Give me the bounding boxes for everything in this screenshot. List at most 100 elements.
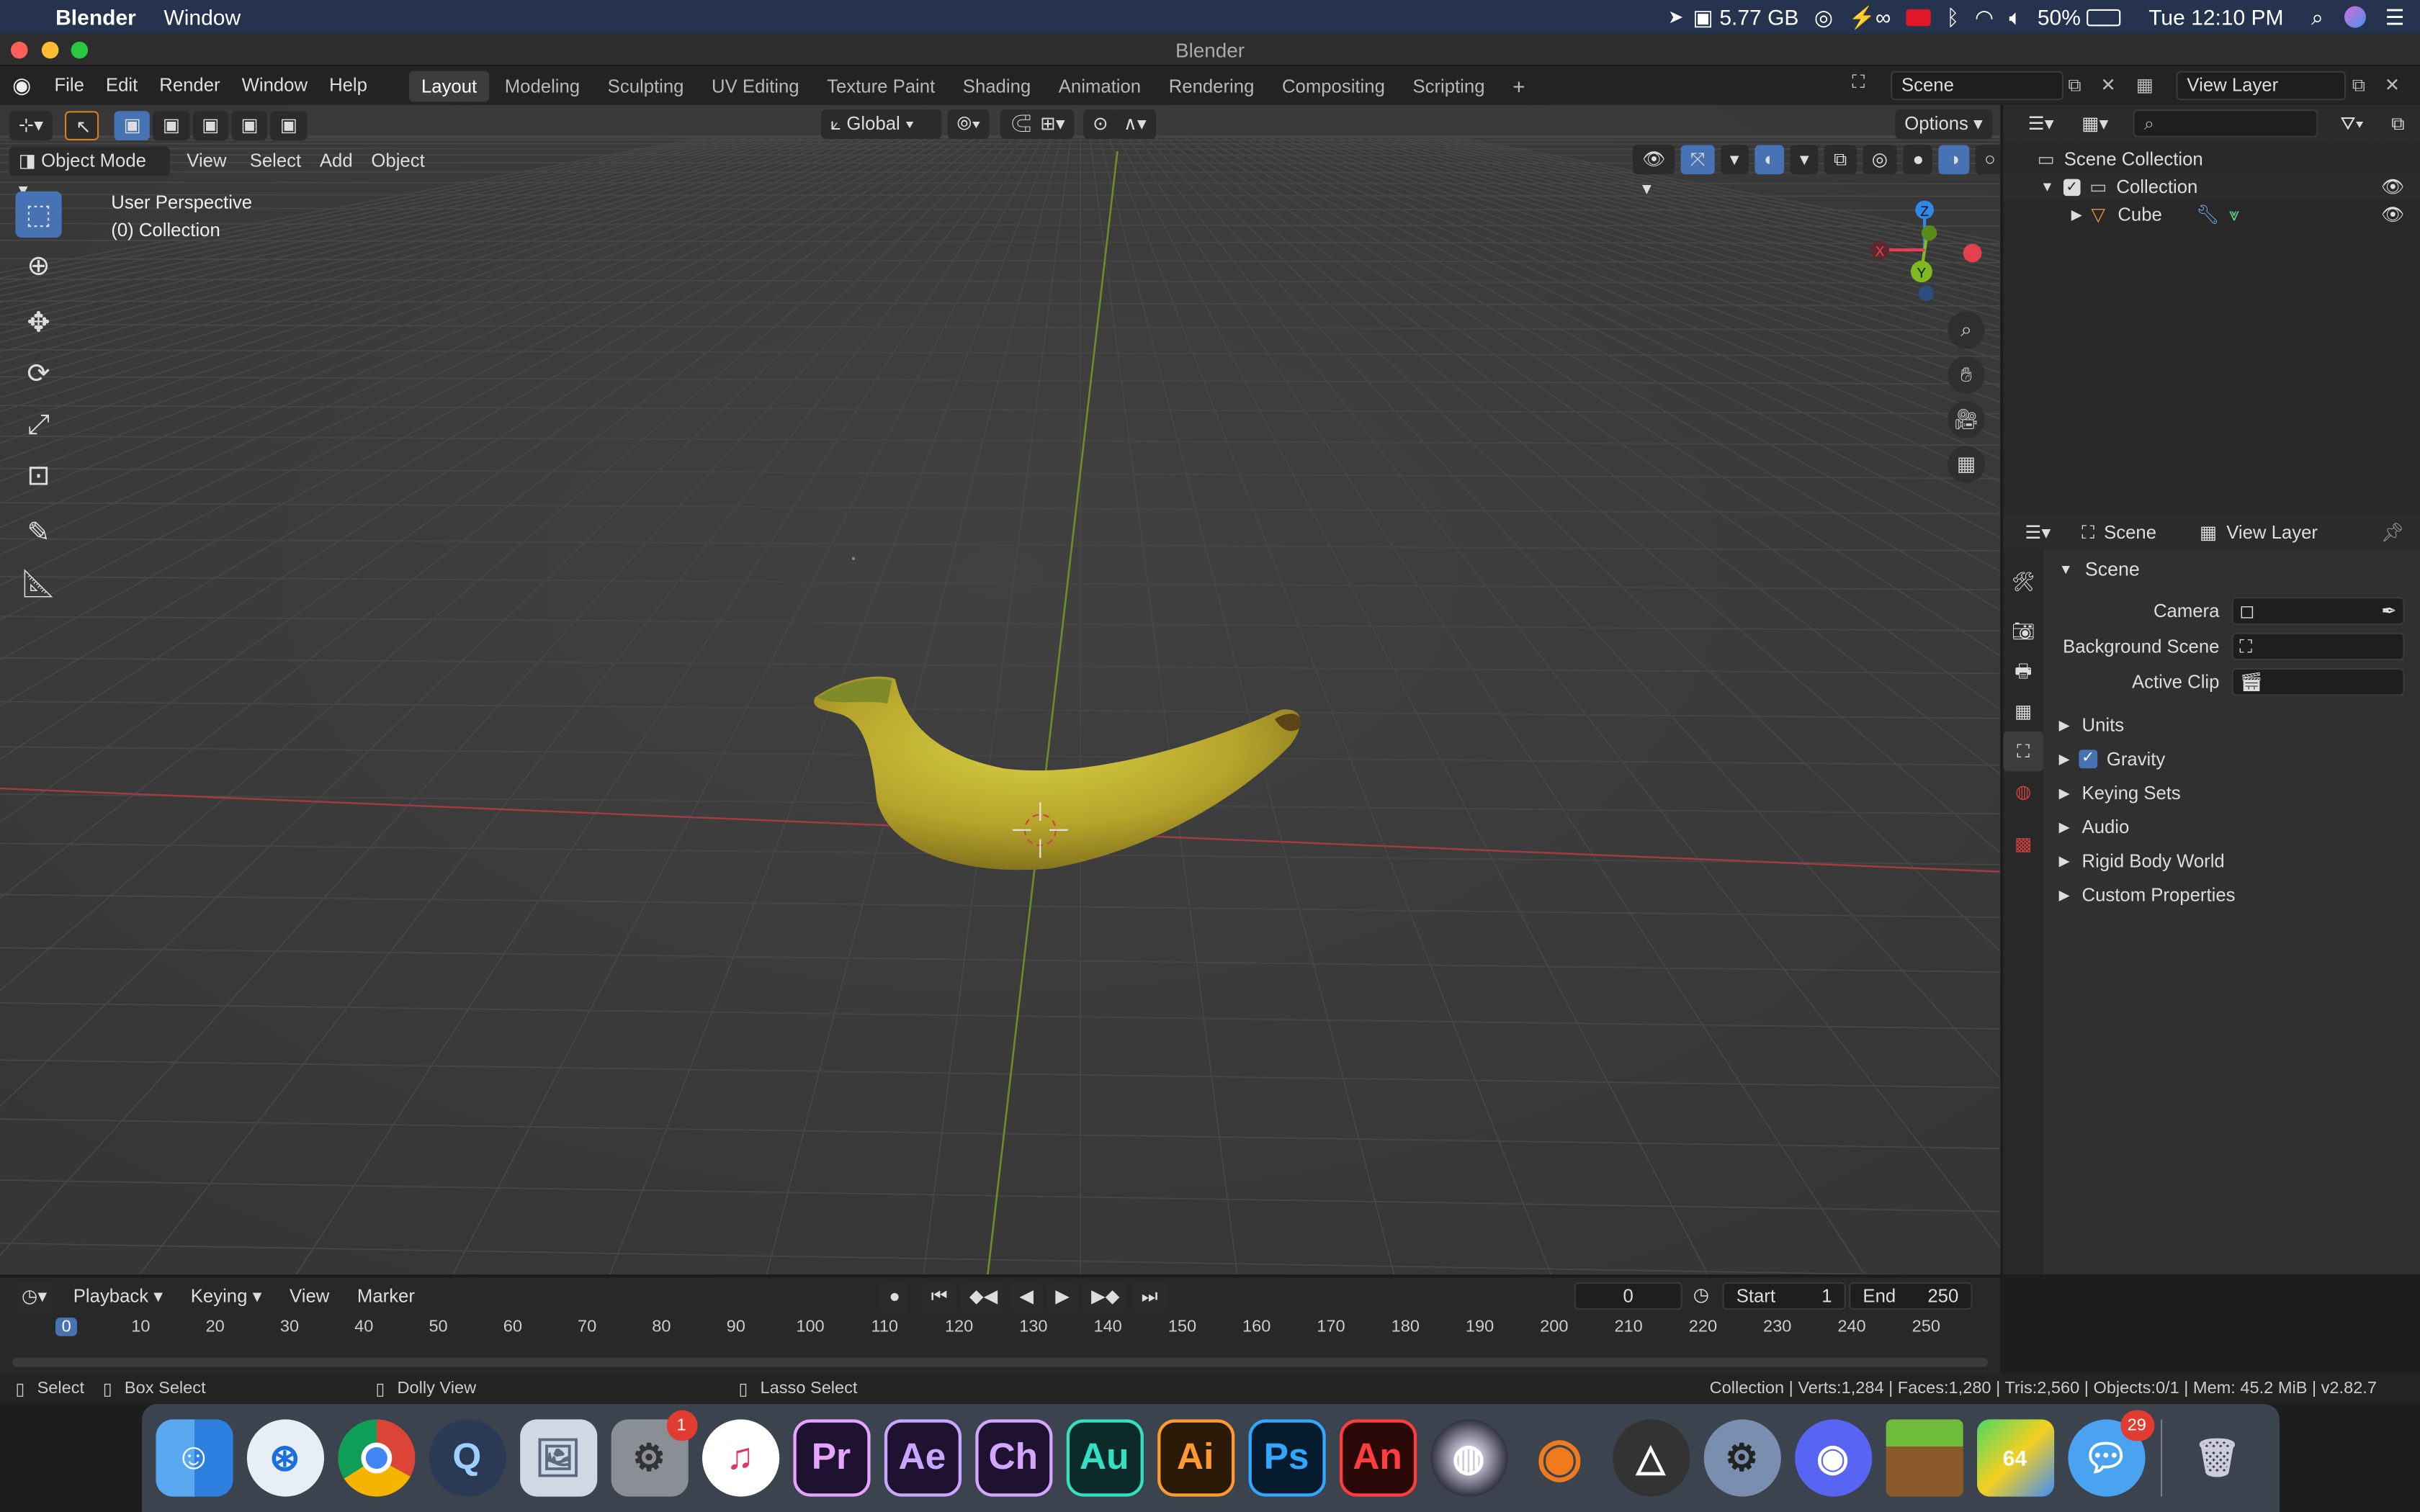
timeline-menu-playback[interactable]: Playback ▾ — [63, 1277, 174, 1315]
play-reverse-icon[interactable]: ◀ — [1010, 1282, 1044, 1312]
tab-sculpting[interactable]: Sculpting — [596, 71, 696, 102]
menu-window[interactable]: Window — [231, 66, 318, 105]
outliner-editor-type-icon[interactable]: ☰▾ — [2018, 109, 2063, 138]
tab-shading[interactable]: Shading — [951, 71, 1044, 102]
audition-icon[interactable]: Au — [1065, 1419, 1143, 1497]
menu-edit[interactable]: Edit — [95, 66, 148, 105]
tab-compositing[interactable]: Compositing — [1270, 71, 1397, 102]
editor-type-icon[interactable]: ⊹▾ — [9, 110, 53, 140]
gizmo-dropdown-icon[interactable]: ▾ — [1720, 145, 1749, 175]
chrome-icon[interactable] — [337, 1419, 415, 1497]
viewport-menu-view[interactable]: View — [176, 141, 237, 180]
gravity-checkbox[interactable]: ✓ — [2079, 750, 2097, 769]
illustrator-icon[interactable]: Ai — [1157, 1419, 1234, 1497]
cube-visibility-eye-icon[interactable]: 👁︎ — [2381, 204, 2405, 225]
mesh-data-icon[interactable]: ⩔ — [2228, 203, 2239, 226]
zoom-window-button[interactable] — [71, 41, 89, 59]
premiere-icon[interactable]: Pr — [792, 1419, 870, 1497]
memory-readout[interactable]: 5.77 GB — [1719, 4, 1798, 29]
timeline-menu-keying[interactable]: Keying ▾ — [180, 1277, 273, 1315]
tab-texture-paint[interactable]: Texture Paint — [815, 71, 947, 102]
menu-help[interactable]: Help — [318, 66, 378, 105]
panel-gravity[interactable]: ▶ ✓ Gravity — [2050, 742, 2414, 776]
tab-scripting[interactable]: Scripting — [1400, 71, 1497, 102]
unity-icon[interactable]: △ — [1612, 1419, 1690, 1497]
after-effects-icon[interactable]: Ae — [883, 1419, 961, 1497]
flag-icon[interactable] — [1906, 8, 1931, 26]
panel-keying-sets[interactable]: ▶ Keying Sets — [2050, 776, 2414, 810]
options-dropdown[interactable]: Options ▾ — [1895, 109, 1992, 139]
overlay-toggle-icon[interactable]: ◐ — [1754, 145, 1785, 175]
character-animator-icon[interactable]: Ch — [974, 1419, 1052, 1497]
itunes-icon[interactable]: ♫ — [701, 1419, 779, 1497]
display-mode-icon[interactable]: ▦▾ — [2072, 109, 2118, 138]
minecraft-icon[interactable] — [1885, 1419, 1963, 1497]
collection-checkbox[interactable]: ✓ — [2063, 178, 2081, 196]
render-tab-icon[interactable]: 📷︎ — [2003, 611, 2043, 652]
discord-icon[interactable]: ◉ — [1794, 1419, 1872, 1497]
outliner-row-scene-collection[interactable]: ▭ Scene Collection — [2003, 145, 2420, 173]
3d-viewport[interactable]: ⊹▾ ↖ ▣ ▣ ▣ ▣ ▣ ⟀ Global ▾ ⦾▾ 🧲︎ ⊞▾ ⊙ ∧▾ … — [0, 104, 2001, 1275]
visibility-icon[interactable]: 👁︎▾ — [1633, 145, 1675, 199]
cinema4d-icon[interactable]: ◍ — [1430, 1419, 1507, 1497]
select-mode-new-icon[interactable]: ▣ — [114, 110, 151, 140]
power-icon[interactable]: ⚡∞ — [1848, 4, 1891, 30]
select-box-tool[interactable]: ⬚ — [15, 191, 62, 238]
move-tool[interactable]: ✥ — [15, 300, 61, 346]
zoom-icon[interactable]: ⌕ — [1948, 311, 1985, 349]
camera-view-icon[interactable]: 🎥︎ — [1948, 401, 1985, 438]
xray-icon[interactable]: ⧉ — [1824, 145, 1857, 175]
eyedropper-icon[interactable]: ✒︎ — [2381, 598, 2397, 623]
rotate-tool[interactable]: ⟳ — [15, 350, 61, 396]
jump-end-icon[interactable]: ⏭ — [1131, 1282, 1168, 1312]
view-layer-tab-icon2[interactable]: ▦ — [2003, 691, 2043, 732]
proportional-edit-icon[interactable]: ⊙ — [1083, 109, 1118, 139]
volume-icon[interactable]: 🔈︎ — [2009, 4, 2022, 30]
view-layer-field[interactable]: View Layer — [2176, 71, 2347, 101]
viewport-menu-select[interactable]: Select — [243, 141, 308, 180]
window-menu[interactable]: Window — [163, 4, 241, 29]
play-icon[interactable]: ▶ — [1046, 1282, 1079, 1312]
pivot-point-icon[interactable]: ⦾▾ — [947, 109, 990, 139]
mode-dropdown[interactable]: ◨ Object Mode ▾ — [9, 145, 170, 200]
scale-tool[interactable]: ⤢ — [15, 401, 61, 447]
quicktime-icon[interactable]: Q — [428, 1419, 506, 1497]
camera-field[interactable]: ◻︎ ✒︎ — [2231, 597, 2405, 625]
scene-field[interactable]: Scene — [1891, 71, 2063, 101]
safari-icon[interactable]: ⊛ — [246, 1419, 323, 1497]
select-mode-subtract-icon[interactable]: ▣ — [192, 110, 229, 140]
close-window-button[interactable] — [11, 41, 28, 59]
delete-scene-icon[interactable]: ✕ — [2100, 74, 2116, 96]
proportional-falloff-icon[interactable]: ∧▾ — [1114, 109, 1156, 139]
animate-icon[interactable]: An — [1338, 1419, 1417, 1497]
texture-tab-icon[interactable]: ▩ — [2003, 824, 2043, 864]
scene-panel-header[interactable]: ▼ Scene — [2050, 552, 2414, 586]
outliner-row-cube[interactable]: ▶ ▽ Cube 🔧︎ ⩔ 👁︎ — [2003, 201, 2420, 229]
scene-context-label[interactable]: Scene — [2104, 521, 2156, 543]
ortho-grid-icon[interactable]: ▦ — [1948, 446, 1985, 483]
trash-icon[interactable]: 🗑︎ — [2179, 1419, 2256, 1496]
modifier-wrench-icon[interactable]: 🔧︎ — [2196, 204, 2220, 225]
active-clip-field[interactable]: 🎬︎ — [2231, 667, 2405, 696]
tab-rendering[interactable]: Rendering — [1157, 71, 1267, 102]
messages-icon[interactable]: 💬︎ 29 — [2067, 1410, 2154, 1497]
material-shading-icon[interactable]: ◑ — [1939, 145, 1969, 175]
tab-layout[interactable]: Layout — [408, 70, 490, 102]
gizmo-toggle-icon[interactable]: ⤧ — [1681, 145, 1715, 175]
frame-ruler[interactable]: 0 10 20 30 40 50 60 70 80 90 100 110 120 130 140 150 160… — [0, 1318, 2000, 1346]
outliner-row-collection[interactable]: ▼ ✓ ▭ Collection 👁︎ — [2003, 173, 2420, 201]
tab-uv-editing[interactable]: UV Editing — [699, 71, 812, 102]
current-frame-field[interactable]: 0 — [1574, 1282, 1682, 1310]
finder-icon[interactable]: ☺ — [155, 1419, 233, 1497]
overlay-dropdown-icon[interactable]: ▾ — [1790, 145, 1819, 175]
expand-arrow-icon[interactable]: ▶ — [2071, 206, 2082, 223]
solid-shading-icon[interactable]: ● — [1903, 145, 1933, 175]
timeline-menu-marker[interactable]: Marker — [346, 1277, 426, 1315]
tab-animation[interactable]: Animation — [1047, 71, 1154, 102]
timeline-editor-type-icon[interactable]: ◷▾ — [12, 1281, 57, 1311]
annotate-tool[interactable]: ✎ — [15, 509, 61, 555]
viewport-menu-add[interactable]: Add — [313, 141, 359, 180]
rendered-shading-icon[interactable]: ○ — [1975, 145, 2001, 175]
new-view-layer-icon[interactable]: ⧉ — [2352, 74, 2365, 97]
preview-icon[interactable]: 🖼︎ — [519, 1419, 597, 1497]
